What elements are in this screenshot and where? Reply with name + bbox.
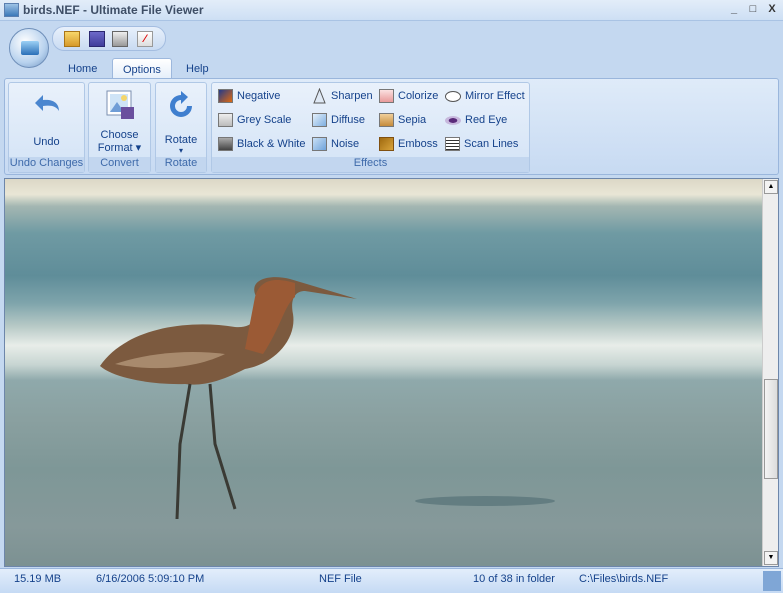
print-icon[interactable] <box>112 31 128 47</box>
effect-black-white[interactable]: Black & White <box>218 136 305 152</box>
undo-icon <box>34 95 59 111</box>
convert-group: Choose Format ▾ Convert <box>88 82 151 173</box>
emboss-icon <box>379 137 394 151</box>
undo-button[interactable]: Undo <box>9 89 84 148</box>
effect-red-eye[interactable]: Red Eye <box>445 112 507 128</box>
app-icon <box>4 3 19 17</box>
title-bar: birds.NEF - Ultimate File Viewer _ □ X <box>0 0 783 21</box>
scroll-down-arrow[interactable]: ▼ <box>764 551 778 565</box>
rotate-label: Rotate <box>164 134 198 146</box>
effect-label: Scan Lines <box>464 138 519 150</box>
file-type: NEF File <box>319 573 362 585</box>
eye-icon <box>445 115 461 125</box>
rotate-group: Rotate ▾ Rotate <box>155 82 207 173</box>
file-date: 6/16/2006 5:09:10 PM <box>96 573 205 585</box>
status-bar: 15.19 MB 6/16/2006 5:09:10 PM NEF File 1… <box>0 568 783 593</box>
quick-access-toolbar: ⁄ <box>52 26 166 51</box>
effect-label: Red Eye <box>465 114 508 126</box>
close-button[interactable]: X <box>764 3 780 17</box>
effect-colorize[interactable]: Colorize <box>379 88 438 104</box>
tab-help[interactable]: Help <box>176 58 219 79</box>
effect-label: Negative <box>237 90 281 102</box>
sharpen-icon <box>313 88 326 104</box>
file-size: 15.19 MB <box>14 573 62 585</box>
tab-options[interactable]: Options <box>112 58 172 79</box>
rotate-dropdown-arrow[interactable]: ▾ <box>156 146 206 155</box>
rotate-group-label: Rotate <box>156 157 206 172</box>
scroll-up-arrow[interactable]: ▲ <box>764 180 778 194</box>
effect-label: Colorize <box>398 90 439 102</box>
ribbon: Undo Undo Changes Choose Format ▾ Conver… <box>4 78 779 175</box>
diffuse-icon <box>312 113 327 127</box>
undo-group: Undo Undo Changes <box>8 82 85 173</box>
application-menu-button[interactable] <box>9 28 49 68</box>
rotate-button[interactable]: Rotate ▾ <box>156 89 206 155</box>
effect-sharpen[interactable]: Sharpen <box>312 88 373 104</box>
image-format-icon <box>106 90 134 119</box>
vertical-scrollbar[interactable]: ▲ ▼ <box>762 179 778 566</box>
effect-label: Black & White <box>237 138 306 150</box>
effect-mirror[interactable]: Mirror Effect <box>445 88 525 104</box>
effect-label: Diffuse <box>331 114 366 126</box>
effect-label: Sepia <box>398 114 427 126</box>
file-path: C:\Files\birds.NEF <box>579 573 669 585</box>
tab-home[interactable]: Home <box>58 58 107 79</box>
heron-bird <box>100 277 555 520</box>
effect-sepia[interactable]: Sepia <box>379 112 426 128</box>
effect-label: Noise <box>331 138 360 150</box>
minimize-button[interactable]: _ <box>726 3 742 17</box>
image-viewer[interactable]: ▲ ▼ <box>4 178 779 567</box>
black-white-icon <box>218 137 233 151</box>
choose-format-button[interactable]: Choose Format ▾ <box>89 89 150 154</box>
mirror-icon <box>445 90 461 102</box>
effect-label: Mirror Effect <box>465 90 525 102</box>
rotate-icon <box>170 91 192 117</box>
scan-lines-icon <box>445 137 460 151</box>
effect-label: Emboss <box>398 138 438 150</box>
grey-scale-icon <box>218 113 233 127</box>
undo-group-label: Undo Changes <box>9 157 84 172</box>
effect-label: Grey Scale <box>237 114 292 126</box>
effect-scan-lines[interactable]: Scan Lines <box>445 136 518 152</box>
folder-position: 10 of 38 in folder <box>473 573 555 585</box>
noise-icon <box>312 137 327 151</box>
photo-beach-heron <box>5 179 762 566</box>
undo-label: Undo <box>33 136 60 148</box>
colorize-icon <box>379 89 394 103</box>
maximize-button[interactable]: □ <box>745 3 761 17</box>
choose-format-label-1: Choose <box>100 129 139 141</box>
window-title: birds.NEF - Ultimate File Viewer <box>23 3 204 17</box>
pdf-icon[interactable]: ⁄ <box>137 31 153 47</box>
scroll-thumb[interactable] <box>764 379 778 479</box>
effects-group: Negative Grey Scale Black & White Sharpe… <box>211 82 530 173</box>
sepia-icon <box>379 113 394 127</box>
effect-emboss[interactable]: Emboss <box>379 136 438 152</box>
negative-icon <box>218 89 233 103</box>
effect-grey-scale[interactable]: Grey Scale <box>218 112 291 128</box>
effect-diffuse[interactable]: Diffuse <box>312 112 365 128</box>
effect-negative[interactable]: Negative <box>218 88 280 104</box>
effects-group-label: Effects <box>212 157 529 172</box>
choose-format-label-2: Format ▾ <box>97 142 142 154</box>
effect-noise[interactable]: Noise <box>312 136 359 152</box>
save-icon[interactable] <box>89 31 105 47</box>
resize-grip[interactable] <box>763 571 781 591</box>
effect-label: Sharpen <box>331 90 373 102</box>
convert-group-label: Convert <box>89 157 150 172</box>
open-icon[interactable] <box>64 31 80 47</box>
